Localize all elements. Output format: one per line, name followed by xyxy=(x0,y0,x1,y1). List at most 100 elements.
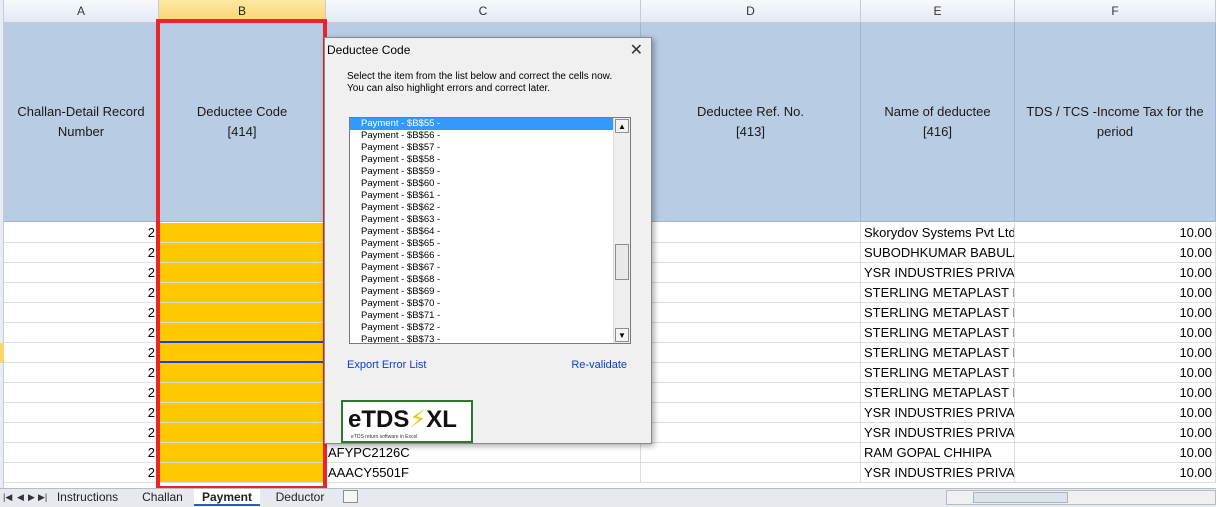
last-sheet-icon[interactable]: ▶| xyxy=(38,492,47,503)
cell-record-number[interactable]: 2 xyxy=(4,223,159,243)
cell-deductee-name[interactable]: STERLING METAPLAST IN xyxy=(861,383,1015,403)
export-error-list-link[interactable]: Export Error List xyxy=(347,359,426,371)
cell-deductee-ref[interactable] xyxy=(641,223,861,243)
cell-tds-amount[interactable]: 10.00 xyxy=(1015,463,1216,483)
header-cell-deductee-ref[interactable]: Deductee Ref. No. [413] xyxy=(641,23,861,222)
cell-record-number[interactable]: 2 xyxy=(4,283,159,303)
cell-record-number[interactable]: 2 xyxy=(4,463,159,483)
list-item[interactable]: Payment - $B$69 - xyxy=(350,286,615,298)
revalidate-link[interactable]: Re-validate xyxy=(571,359,627,371)
cell-deductee-name[interactable]: STERLING METAPLAST IN xyxy=(861,363,1015,383)
list-item[interactable]: Payment - $B$57 - xyxy=(350,142,615,154)
list-item[interactable]: Payment - $B$67 - xyxy=(350,262,615,274)
column-header-f[interactable]: F xyxy=(1015,0,1216,23)
cell-record-number[interactable]: 2 xyxy=(4,323,159,343)
cell-tds-amount[interactable]: 10.00 xyxy=(1015,283,1216,303)
cell-deductee-ref[interactable] xyxy=(641,363,861,383)
horizontal-scrollbar[interactable] xyxy=(946,490,1216,505)
cell-record-number[interactable]: 2 xyxy=(4,383,159,403)
cell-deductee-ref[interactable] xyxy=(641,283,861,303)
scrollbar-thumb[interactable] xyxy=(615,244,629,280)
list-item[interactable]: Payment - $B$65 - xyxy=(350,238,615,250)
prev-sheet-icon[interactable]: ◀ xyxy=(17,492,24,503)
cell-deductee-ref[interactable] xyxy=(641,403,861,423)
list-item[interactable]: Payment - $B$73 - xyxy=(350,334,615,343)
list-item[interactable]: Payment - $B$66 - xyxy=(350,250,615,262)
cell-deductee-ref[interactable] xyxy=(641,243,861,263)
cell-deductee-ref[interactable] xyxy=(641,443,861,463)
cell-deductee-ref[interactable] xyxy=(641,323,861,343)
tab-deductor[interactable]: Deductor xyxy=(266,489,334,506)
column-header-e[interactable]: E xyxy=(861,0,1015,23)
list-item[interactable]: Payment - $B$71 - xyxy=(350,310,615,322)
list-item[interactable]: Payment - $B$63 - xyxy=(350,214,615,226)
cell-deductee-ref[interactable] xyxy=(641,303,861,323)
cell-deductee-name[interactable]: RAM GOPAL CHHIPA xyxy=(861,443,1015,463)
first-sheet-icon[interactable]: |◀ xyxy=(3,492,12,503)
cell-record-number[interactable]: 2 xyxy=(4,403,159,423)
list-item[interactable]: Payment - $B$60 - xyxy=(350,178,615,190)
header-cell-tds-income-tax[interactable]: TDS / TCS -Income Tax for the period xyxy=(1015,23,1216,222)
cell-deductee-name[interactable]: YSR INDUSTRIES PRIVATE xyxy=(861,403,1015,423)
cell-deductee-ref[interactable] xyxy=(641,263,861,283)
cell-tds-amount[interactable]: 10.00 xyxy=(1015,363,1216,383)
tab-instructions[interactable]: Instructions xyxy=(50,489,125,506)
cell-tds-amount[interactable]: 10.00 xyxy=(1015,423,1216,443)
cell-deductee-ref[interactable] xyxy=(641,463,861,483)
cell-c[interactable]: AAACY5501F xyxy=(326,463,641,483)
header-cell-deductee-name[interactable]: Name of deductee [416] xyxy=(861,23,1015,222)
cell-record-number[interactable]: 2 xyxy=(4,423,159,443)
cell-tds-amount[interactable]: 10.00 xyxy=(1015,243,1216,263)
cell-tds-amount[interactable]: 10.00 xyxy=(1015,443,1216,463)
scroll-down-icon[interactable]: ▼ xyxy=(615,328,629,342)
list-item[interactable]: Payment - $B$56 - xyxy=(350,130,615,142)
scroll-up-icon[interactable]: ▲ xyxy=(615,119,629,133)
cell-record-number[interactable]: 2 xyxy=(4,443,159,463)
cell-deductee-name[interactable]: STERLING METAPLAST IN xyxy=(861,303,1015,323)
list-item[interactable]: Payment - $B$59 - xyxy=(350,166,615,178)
cell-deductee-name[interactable]: STERLING METAPLAST IN xyxy=(861,283,1015,303)
scrollbar-thumb[interactable] xyxy=(973,492,1068,503)
cell-tds-amount[interactable]: 10.00 xyxy=(1015,403,1216,423)
header-cell-challan-record[interactable]: Challan-Detail Record Number xyxy=(4,23,159,222)
cell-record-number[interactable]: 2 xyxy=(4,363,159,383)
cell-deductee-name[interactable]: YSR INDUSTRIES PRIVATE xyxy=(861,423,1015,443)
insert-sheet-icon[interactable] xyxy=(343,490,358,503)
list-item[interactable]: Payment - $B$55 - xyxy=(350,118,615,130)
cell-record-number[interactable]: 2 xyxy=(4,243,159,263)
cell-deductee-name[interactable]: SUBODHKUMAR BABULAL xyxy=(861,243,1015,263)
cell-tds-amount[interactable]: 10.00 xyxy=(1015,323,1216,343)
column-header-d[interactable]: D xyxy=(641,0,861,23)
listbox-scrollbar[interactable]: ▲ ▼ xyxy=(613,118,630,343)
list-item[interactable]: Payment - $B$70 - xyxy=(350,298,615,310)
cell-tds-amount[interactable]: 10.00 xyxy=(1015,263,1216,283)
cell-record-number[interactable]: 2 xyxy=(4,263,159,283)
cell-deductee-name[interactable]: Skorydov Systems Pvt Ltd xyxy=(861,223,1015,243)
tab-payment[interactable]: Payment xyxy=(194,489,260,506)
next-sheet-icon[interactable]: ▶ xyxy=(28,492,35,503)
cell-deductee-ref[interactable] xyxy=(641,343,861,363)
cell-deductee-ref[interactable] xyxy=(641,423,861,443)
cell-tds-amount[interactable]: 10.00 xyxy=(1015,383,1216,403)
list-item[interactable]: Payment - $B$64 - xyxy=(350,226,615,238)
cell-record-number[interactable]: 2 xyxy=(4,343,159,363)
list-item[interactable]: Payment - $B$62 - xyxy=(350,202,615,214)
cell-deductee-name[interactable]: YSR INDUSTRIES PRIVATE xyxy=(861,463,1015,483)
column-header-c[interactable]: C xyxy=(326,0,641,23)
cell-tds-amount[interactable]: 10.00 xyxy=(1015,343,1216,363)
cell-record-number[interactable]: 2 xyxy=(4,303,159,323)
column-header-a[interactable]: A xyxy=(4,0,159,23)
cell-c[interactable]: AFYPC2126C xyxy=(326,443,641,463)
cell-tds-amount[interactable]: 10.00 xyxy=(1015,303,1216,323)
cell-tds-amount[interactable]: 10.00 xyxy=(1015,223,1216,243)
cell-deductee-name[interactable]: STERLING METAPLAST IN xyxy=(861,343,1015,363)
tab-challan[interactable]: Challan xyxy=(134,489,191,506)
list-item[interactable]: Payment - $B$58 - xyxy=(350,154,615,166)
list-item[interactable]: Payment - $B$61 - xyxy=(350,190,615,202)
cell-deductee-name[interactable]: YSR INDUSTRIES PRIVATE xyxy=(861,263,1015,283)
close-icon[interactable]: ✕ xyxy=(630,40,643,60)
list-item[interactable]: Payment - $B$72 - xyxy=(350,322,615,334)
cell-deductee-ref[interactable] xyxy=(641,383,861,403)
list-item[interactable]: Payment - $B$68 - xyxy=(350,274,615,286)
cell-deductee-name[interactable]: STERLING METAPLAST IN xyxy=(861,323,1015,343)
